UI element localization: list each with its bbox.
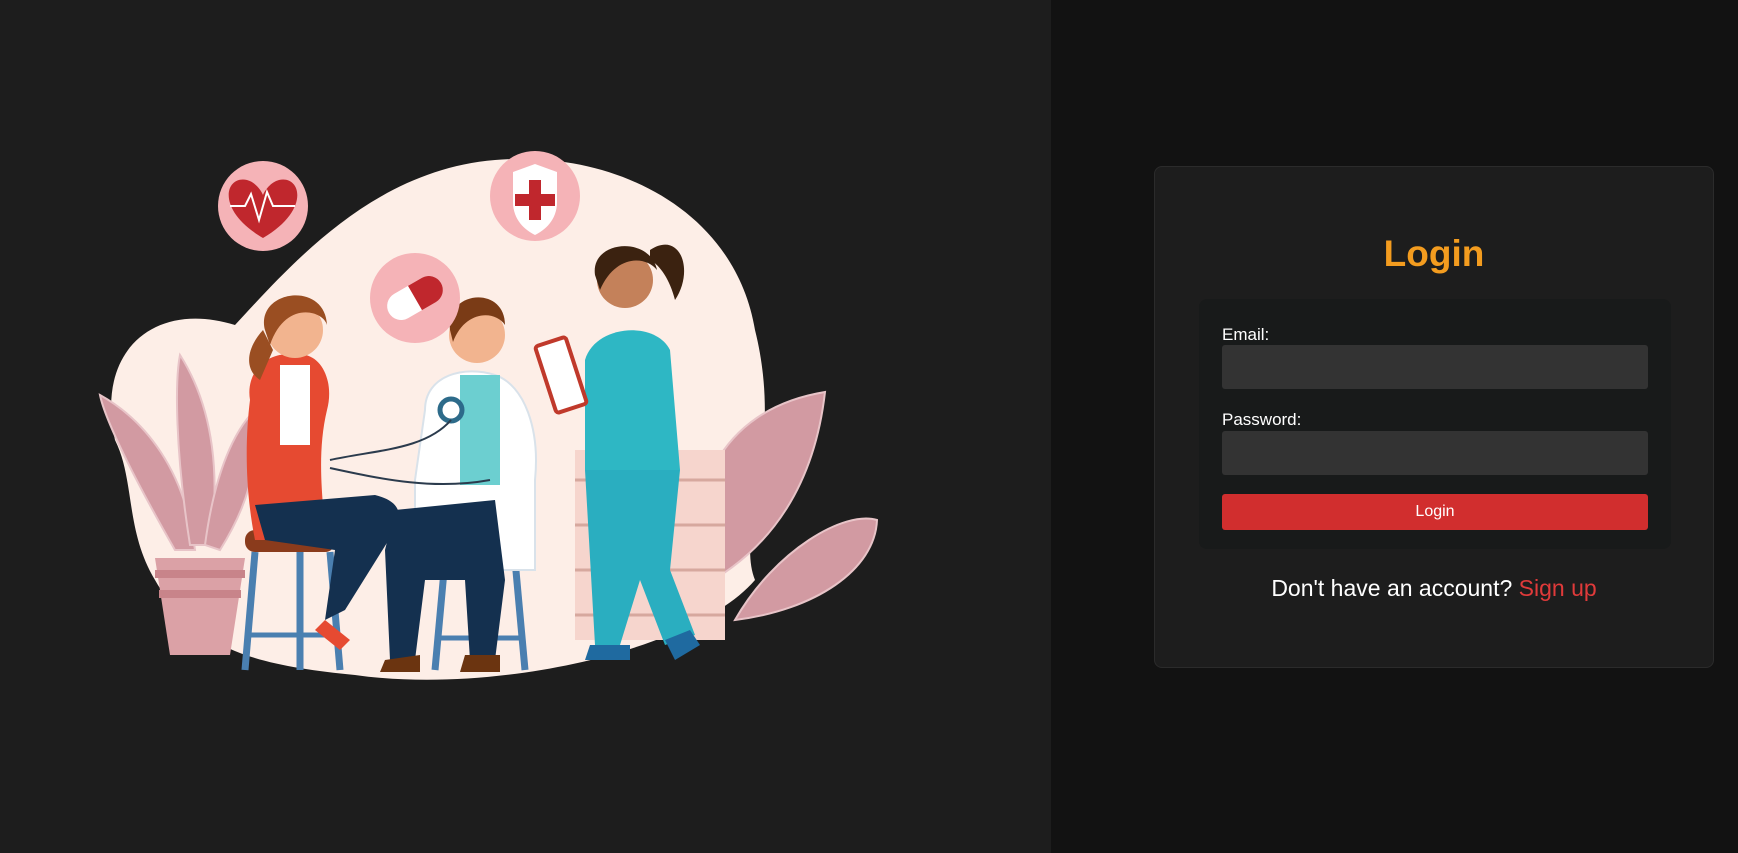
signup-link[interactable]: Sign up: [1519, 575, 1597, 601]
heartbeat-icon: [218, 161, 308, 251]
login-form: Email: Password: Login: [1199, 299, 1671, 549]
email-input[interactable]: [1222, 345, 1648, 389]
signup-row: Don't have an account? Sign up: [1155, 575, 1713, 602]
login-title: Login: [1383, 233, 1485, 274]
password-label: Password:: [1222, 410, 1302, 429]
left-pane: [0, 0, 1051, 853]
login-card: Login Email: Password: Login Don't have …: [1154, 166, 1714, 668]
medical-checkup-illustration: [98, 151, 879, 680]
password-input[interactable]: [1222, 431, 1648, 475]
signup-prompt: Don't have an account?: [1271, 575, 1519, 601]
pill-icon: [370, 253, 460, 343]
email-label: Email:: [1222, 325, 1270, 344]
login-button[interactable]: Login: [1222, 494, 1648, 530]
medical-shield-icon: [490, 151, 580, 241]
